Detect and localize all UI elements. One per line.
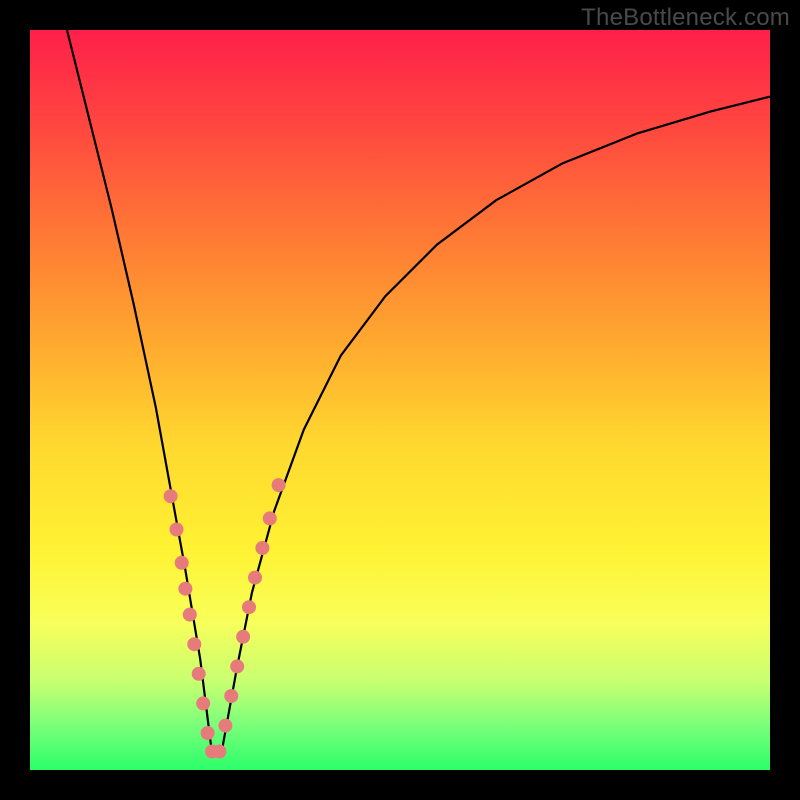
- sample-dot: [230, 659, 244, 673]
- bottleneck-curve: [67, 30, 770, 748]
- sample-dot: [272, 478, 286, 492]
- plot-area: [30, 30, 770, 770]
- chart-frame: TheBottleneck.com: [0, 0, 800, 800]
- sample-dot: [263, 511, 277, 525]
- sample-dot: [212, 745, 226, 759]
- sample-dot: [183, 608, 197, 622]
- sample-dot: [164, 489, 178, 503]
- watermark-text: TheBottleneck.com: [581, 4, 790, 32]
- sample-dot: [192, 667, 206, 681]
- sample-dot: [201, 726, 215, 740]
- sample-dot: [175, 556, 189, 570]
- sample-dot: [196, 696, 210, 710]
- sample-dot: [218, 719, 232, 733]
- sample-dot: [242, 600, 256, 614]
- sample-dot: [236, 630, 250, 644]
- sample-dots-group: [164, 478, 286, 758]
- chart-svg: [30, 30, 770, 770]
- sample-dot: [255, 541, 269, 555]
- sample-dot: [224, 689, 238, 703]
- sample-dot: [170, 523, 184, 537]
- sample-dot: [248, 571, 262, 585]
- sample-dot: [187, 637, 201, 651]
- sample-dot: [178, 582, 192, 596]
